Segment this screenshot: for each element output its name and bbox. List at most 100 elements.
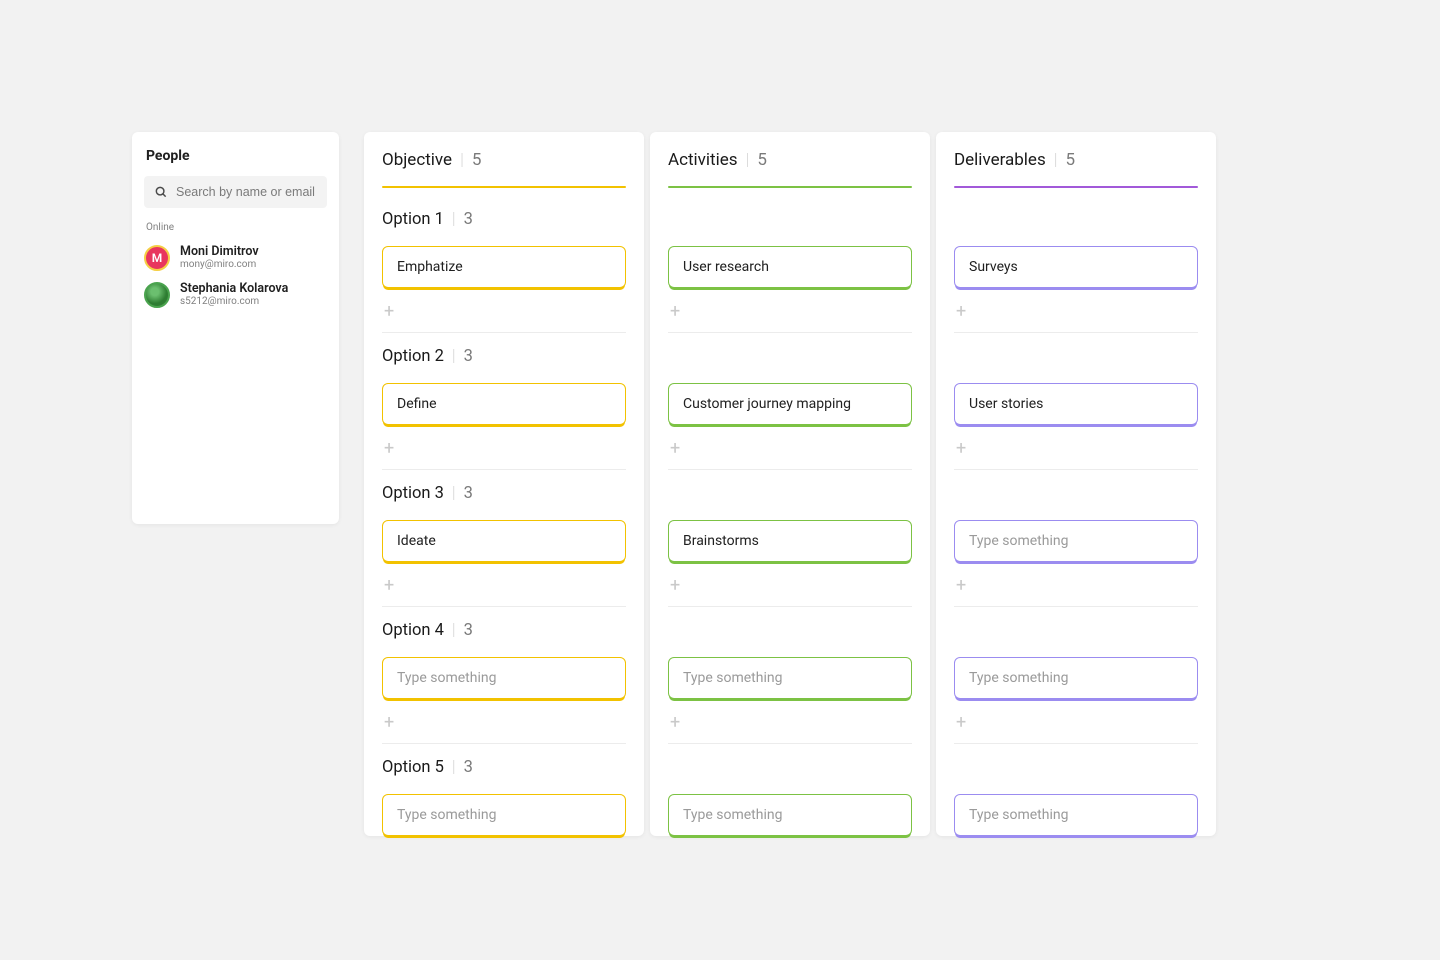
plus-icon: + bbox=[384, 301, 394, 322]
add-card-button[interactable]: + bbox=[382, 705, 626, 739]
people-title: People bbox=[144, 148, 327, 164]
person-info: Moni Dimitrov mony@miro.com bbox=[180, 244, 259, 271]
plus-icon: + bbox=[670, 575, 680, 596]
column-header: Activities | 5 bbox=[668, 150, 912, 186]
section: User stories + bbox=[954, 333, 1198, 470]
section: Option 1 | 3 Emphatize + bbox=[382, 196, 626, 333]
column-count: 5 bbox=[757, 150, 767, 170]
person-row[interactable]: Stephania Kolarova s5212@miro.com bbox=[144, 276, 327, 313]
spacer bbox=[668, 758, 912, 794]
section-title: Option 2 bbox=[382, 347, 444, 366]
person-row[interactable]: M Moni Dimitrov mony@miro.com bbox=[144, 239, 327, 276]
plus-icon: + bbox=[670, 301, 680, 322]
section: Option 5 | 3 Type something bbox=[382, 744, 626, 836]
card[interactable]: Type something bbox=[382, 794, 626, 836]
add-card-button[interactable]: + bbox=[954, 568, 1198, 602]
separator: | bbox=[452, 621, 456, 640]
column-rule bbox=[382, 186, 626, 188]
section: Type something bbox=[668, 744, 912, 836]
section: User research + bbox=[668, 196, 912, 333]
section: Customer journey mapping + bbox=[668, 333, 912, 470]
plus-icon: + bbox=[670, 438, 680, 459]
section-header: Option 4 | 3 bbox=[382, 621, 626, 643]
section-header: Option 1 | 3 bbox=[382, 210, 626, 232]
plus-icon: + bbox=[956, 575, 966, 596]
section-title: Option 1 bbox=[382, 210, 444, 229]
separator: | bbox=[452, 758, 456, 777]
card[interactable]: User stories bbox=[954, 383, 1198, 425]
avatar bbox=[144, 282, 170, 308]
search-icon bbox=[154, 185, 168, 199]
person-info: Stephania Kolarova s5212@miro.com bbox=[180, 281, 288, 308]
people-panel: People Online M Moni Dimitrov mony@miro.… bbox=[132, 132, 339, 524]
spacer bbox=[668, 484, 912, 520]
column-title: Activities bbox=[668, 150, 738, 170]
spacer bbox=[954, 484, 1198, 520]
section: Type something + bbox=[954, 470, 1198, 607]
add-card-button[interactable]: + bbox=[382, 431, 626, 465]
section-count: 3 bbox=[464, 484, 473, 503]
section-count: 3 bbox=[464, 621, 473, 640]
person-name: Moni Dimitrov bbox=[180, 244, 259, 259]
add-card-button[interactable]: + bbox=[954, 294, 1198, 328]
add-card-button[interactable]: + bbox=[668, 568, 912, 602]
spacer bbox=[954, 210, 1198, 246]
spacer bbox=[668, 210, 912, 246]
section-title: Option 3 bbox=[382, 484, 444, 503]
add-card-button[interactable]: + bbox=[668, 431, 912, 465]
search-box[interactable] bbox=[144, 176, 327, 208]
person-email: s5212@miro.com bbox=[180, 296, 288, 308]
separator: | bbox=[452, 347, 456, 366]
card[interactable]: Type something bbox=[954, 794, 1198, 836]
plus-icon: + bbox=[670, 712, 680, 733]
card[interactable]: User research bbox=[668, 246, 912, 288]
spacer bbox=[954, 347, 1198, 383]
card[interactable]: Type something bbox=[954, 657, 1198, 699]
column-count: 5 bbox=[1066, 150, 1076, 170]
card[interactable]: Type something bbox=[668, 794, 912, 836]
column-activities: Activities | 5 User research + Customer … bbox=[650, 132, 930, 836]
add-card-button[interactable]: + bbox=[382, 294, 626, 328]
section: Option 3 | 3 Ideate + bbox=[382, 470, 626, 607]
card[interactable]: Brainstorms bbox=[668, 520, 912, 562]
section: Option 2 | 3 Define + bbox=[382, 333, 626, 470]
separator: | bbox=[460, 150, 464, 170]
board: Objective | 5 Option 1 | 3 Emphatize + O… bbox=[364, 132, 1216, 836]
separator: | bbox=[746, 150, 750, 170]
section: Brainstorms + bbox=[668, 470, 912, 607]
add-card-button[interactable]: + bbox=[954, 705, 1198, 739]
section: Type something + bbox=[954, 607, 1198, 744]
separator: | bbox=[1054, 150, 1058, 170]
add-card-button[interactable]: + bbox=[668, 294, 912, 328]
plus-icon: + bbox=[384, 712, 394, 733]
plus-icon: + bbox=[384, 575, 394, 596]
column-header: Deliverables | 5 bbox=[954, 150, 1198, 186]
card[interactable]: Type something bbox=[382, 657, 626, 699]
card[interactable]: Customer journey mapping bbox=[668, 383, 912, 425]
plus-icon: + bbox=[384, 438, 394, 459]
add-card-button[interactable]: + bbox=[668, 705, 912, 739]
person-name: Stephania Kolarova bbox=[180, 281, 288, 296]
section-header: Option 2 | 3 bbox=[382, 347, 626, 369]
card[interactable]: Emphatize bbox=[382, 246, 626, 288]
section-title: Option 4 bbox=[382, 621, 444, 640]
person-email: mony@miro.com bbox=[180, 259, 259, 271]
separator: | bbox=[452, 210, 456, 229]
spacer bbox=[954, 621, 1198, 657]
spacer bbox=[668, 621, 912, 657]
section-count: 3 bbox=[464, 347, 473, 366]
section: Surveys + bbox=[954, 196, 1198, 333]
card[interactable]: Type something bbox=[668, 657, 912, 699]
section-header: Option 3 | 3 bbox=[382, 484, 626, 506]
card[interactable]: Surveys bbox=[954, 246, 1198, 288]
card[interactable]: Define bbox=[382, 383, 626, 425]
column-rule bbox=[954, 186, 1198, 188]
card[interactable]: Type something bbox=[954, 520, 1198, 562]
column-objective: Objective | 5 Option 1 | 3 Emphatize + O… bbox=[364, 132, 644, 836]
add-card-button[interactable]: + bbox=[954, 431, 1198, 465]
section: Option 4 | 3 Type something + bbox=[382, 607, 626, 744]
column-deliverables: Deliverables | 5 Surveys + User stories … bbox=[936, 132, 1216, 836]
search-input[interactable] bbox=[176, 185, 317, 199]
add-card-button[interactable]: + bbox=[382, 568, 626, 602]
card[interactable]: Ideate bbox=[382, 520, 626, 562]
